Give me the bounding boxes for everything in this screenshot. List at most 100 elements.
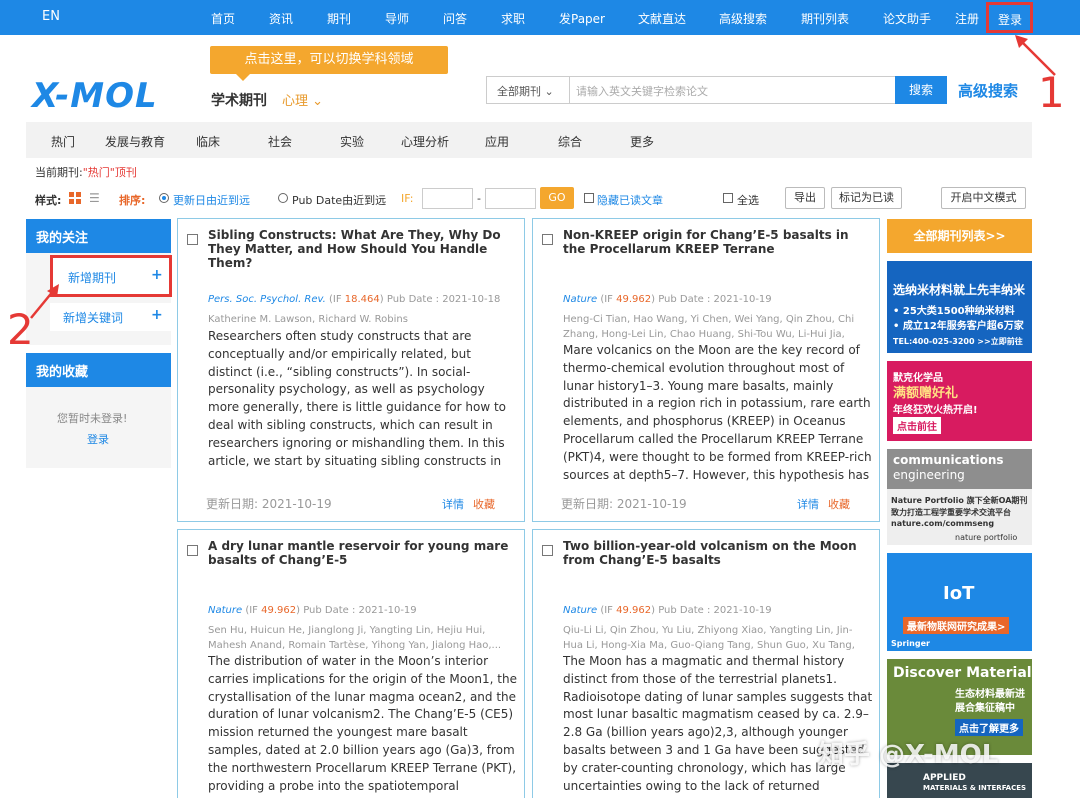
impact-factor: 18.464 <box>344 294 380 305</box>
if-max-input[interactable] <box>485 188 536 209</box>
ad-banner-nano[interactable]: 选纳米材料就上先丰纳米 • 25大类1500种纳米材料 • 成立12年服务客户超… <box>887 261 1032 353</box>
my-favorites-header: 我的收藏 <box>26 353 171 387</box>
advanced-search-link[interactable]: 高级搜索 <box>958 80 1018 101</box>
tab-applied[interactable]: 应用 <box>485 133 509 150</box>
field-switch-tip[interactable]: 点击这里，可以切换学科领域 <box>210 46 448 74</box>
if-min-input[interactable] <box>422 188 473 209</box>
nav-advanced-search[interactable]: 高级搜索 <box>719 10 767 27</box>
mark-read-button[interactable]: 标记为已读 <box>831 187 902 209</box>
annotation-arrow-2 <box>30 284 59 319</box>
grid-view-icon[interactable] <box>69 192 81 204</box>
article-checkbox[interactable] <box>542 234 553 245</box>
language-switch[interactable]: EN <box>42 9 60 24</box>
tab-psychoanalysis[interactable]: 心理分析 <box>401 133 449 150</box>
journal-name[interactable]: Pers. Soc. Psychol. Rev. <box>208 294 326 305</box>
nav-jobs[interactable]: 求职 <box>501 10 525 27</box>
nav-mentors[interactable]: 导师 <box>385 10 409 27</box>
article-updated-date: 更新日期: 2021-10-19 <box>206 497 332 511</box>
zhihu-watermark: 知乎 @X-MOL <box>818 740 999 770</box>
search-input[interactable]: 请输入英文关键字检索论文 <box>570 76 896 104</box>
xmol-logo[interactable]: X-MOL <box>32 76 158 116</box>
article-title[interactable]: A dry lunar mantle reservoir for young m… <box>208 539 513 567</box>
nav-login[interactable]: 登录 <box>998 11 1022 28</box>
annotation-number-1: 1 <box>1038 68 1065 117</box>
article-abstract: Mare volcanics on the Moon are the key r… <box>563 343 872 482</box>
sort-update-label[interactable]: 更新日由近到远 <box>173 192 250 208</box>
hide-read-checkbox[interactable] <box>584 193 594 203</box>
tab-general[interactable]: 综合 <box>558 133 582 150</box>
my-favorites-panel <box>26 387 171 468</box>
ad-banner-commseng[interactable]: communications engineering Nature Portfo… <box>887 449 1032 545</box>
add-keyword-link[interactable]: 新增关键词 <box>63 309 123 326</box>
list-view-icon[interactable]: ☰ <box>89 192 100 204</box>
article-detail-link[interactable]: 详情 <box>442 496 464 512</box>
ad-banner-merck[interactable]: 默克化学品 满额赠好礼 年终狂欢火热开启! 点击前往 <box>887 361 1032 441</box>
logo-subtitle: 学术期刊 <box>211 93 267 109</box>
my-follow-header: 我的关注 <box>26 219 171 253</box>
nav-paper-assistant[interactable]: 论文助手 <box>883 10 931 27</box>
article-card: Non-KREEP origin for Chang’E-5 basalts i… <box>532 218 880 522</box>
tab-social[interactable]: 社会 <box>268 133 292 150</box>
if-label: IF: <box>401 192 414 205</box>
article-authors: Qiu-Li Li, Qin Zhou, Yu Liu, Zhiyong Xia… <box>563 625 855 651</box>
add-journal-plus-icon[interactable]: + <box>151 267 163 283</box>
search-scope-select[interactable]: 全部期刊 ⌄ <box>486 76 570 104</box>
login-highlight: 登录 <box>986 2 1033 33</box>
hide-read-label[interactable]: 隐藏已读文章 <box>597 192 663 208</box>
sort-update-radio[interactable] <box>159 193 169 203</box>
export-button[interactable]: 导出 <box>785 187 825 209</box>
select-all-label[interactable]: 全选 <box>737 192 759 208</box>
article-meta: Nature (IF 49.962) Pub Date : 2021-10-19 <box>563 605 772 616</box>
journal-name[interactable]: Nature <box>563 605 597 616</box>
article-title[interactable]: Sibling Constructs: What Are They, Why D… <box>208 228 513 270</box>
article-checkbox[interactable] <box>187 234 198 245</box>
current-journal: 当前期刊:"热门"顶刊 <box>35 164 137 180</box>
sort-pubdate-radio[interactable] <box>278 193 288 203</box>
not-logged-in-text: 您暂时未登录! <box>57 412 128 425</box>
article-meta: Nature (IF 49.962) Pub Date : 2021-10-19 <box>208 605 417 616</box>
tab-more[interactable]: 更多 <box>630 133 654 150</box>
nav-literature[interactable]: 文献直达 <box>638 10 686 27</box>
article-favorite-link[interactable]: 收藏 <box>828 496 850 512</box>
tab-development-education[interactable]: 发展与教育 <box>105 133 165 150</box>
journal-name[interactable]: Nature <box>563 294 597 305</box>
add-journal-link[interactable]: 新增期刊 <box>68 269 116 286</box>
article-title[interactable]: Non-KREEP origin for Chang’E-5 basalts i… <box>563 228 868 256</box>
sort-pubdate-label[interactable]: Pub Date由近到远 <box>292 192 386 208</box>
nav-publish[interactable]: 发Paper <box>559 10 605 27</box>
field-selector[interactable]: 心理 ⌄ <box>282 90 323 109</box>
nav-journals[interactable]: 期刊 <box>327 10 351 27</box>
select-all-checkbox[interactable] <box>723 193 733 203</box>
article-checkbox[interactable] <box>542 545 553 556</box>
nav-news[interactable]: 资讯 <box>269 10 293 27</box>
article-meta: Pers. Soc. Psychol. Rev. (IF 18.464) Pub… <box>208 294 501 305</box>
tab-experimental[interactable]: 实验 <box>340 133 364 150</box>
article-title[interactable]: Two billion-year-old volcanism on the Mo… <box>563 539 868 567</box>
article-detail-link[interactable]: 详情 <box>797 496 819 512</box>
article-card: Sibling Constructs: What Are They, Why D… <box>177 218 525 522</box>
impact-factor: 49.962 <box>261 605 297 616</box>
ad-banner-iot[interactable]: IoT 最新物联网研究成果> Springer <box>887 553 1032 651</box>
style-label: 样式: <box>35 194 62 207</box>
journal-name[interactable]: Nature <box>208 605 242 616</box>
tab-hot[interactable]: 热门 <box>51 133 75 150</box>
current-journal-label: 当前期刊: <box>35 166 83 179</box>
article-updated-date: 更新日期: 2021-10-19 <box>561 497 687 511</box>
chinese-mode-button[interactable]: 开启中文模式 <box>941 187 1026 209</box>
add-keyword-plus-icon[interactable]: + <box>151 307 163 323</box>
nav-qa[interactable]: 问答 <box>443 10 467 27</box>
article-favorite-link[interactable]: 收藏 <box>473 496 495 512</box>
article-abstract: Researchers often study constructs that … <box>208 329 507 468</box>
nav-register[interactable]: 注册 <box>955 10 979 27</box>
if-go-button[interactable]: GO <box>540 187 574 209</box>
nav-home[interactable]: 首页 <box>211 10 235 27</box>
article-authors: Heng-Ci Tian, Hao Wang, Yi Chen, Wei Yan… <box>563 314 855 340</box>
article-card: A dry lunar mantle reservoir for young m… <box>177 529 525 798</box>
tab-clinical[interactable]: 临床 <box>196 133 220 150</box>
article-checkbox[interactable] <box>187 545 198 556</box>
nav-journal-list[interactable]: 期刊列表 <box>801 10 849 27</box>
all-journals-button[interactable]: 全部期刊列表>> <box>887 219 1032 253</box>
sidebar-login-link[interactable]: 登录 <box>87 431 109 447</box>
tip-arrow <box>236 74 250 81</box>
search-button[interactable]: 搜索 <box>895 76 947 104</box>
